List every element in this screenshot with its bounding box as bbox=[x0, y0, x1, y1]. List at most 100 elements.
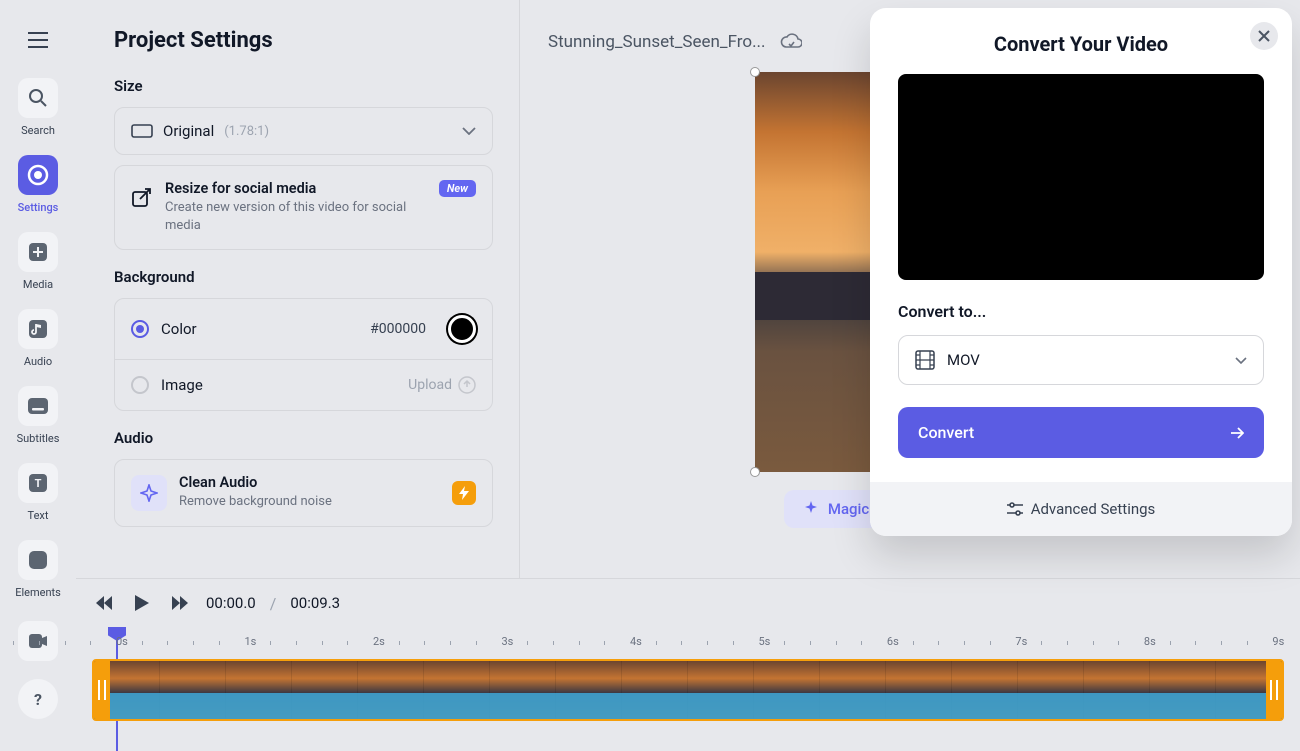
lightning-icon bbox=[452, 481, 476, 505]
ruler-mark: 0s bbox=[116, 635, 128, 648]
upload-icon bbox=[458, 376, 476, 394]
sidebar-item-label: Search bbox=[21, 124, 55, 137]
chevron-down-icon bbox=[1235, 357, 1247, 364]
ruler-mark: 4s bbox=[630, 635, 642, 648]
sidebar-item-settings[interactable]: Settings bbox=[18, 155, 59, 214]
format-value: MOV bbox=[947, 351, 980, 369]
format-select[interactable]: MOV bbox=[898, 335, 1264, 385]
sparkle-icon bbox=[140, 484, 158, 502]
ruler-mark: 1s bbox=[244, 635, 256, 648]
background-color-option[interactable]: Color #000000 bbox=[115, 299, 492, 359]
search-icon bbox=[28, 88, 48, 108]
resize-subtitle: Create new version of this video for soc… bbox=[165, 199, 427, 235]
cloud-icon[interactable] bbox=[780, 33, 802, 51]
clean-audio-title: Clean Audio bbox=[179, 474, 257, 491]
background-section-label: Background bbox=[114, 268, 493, 286]
convert-to-label: Convert to... bbox=[898, 302, 1264, 321]
timeline-ruler[interactable]: 0s 1s 2s 3s 4s 5s 6s 7s 8s 9s bbox=[92, 631, 1284, 655]
clip-handle-left[interactable] bbox=[94, 661, 110, 719]
resize-handle-bl[interactable] bbox=[750, 467, 760, 477]
resize-title: Resize for social media bbox=[165, 180, 316, 197]
external-link-icon bbox=[131, 186, 153, 208]
sidebar-item-elements[interactable]: Elements bbox=[15, 540, 61, 599]
chevron-down-icon bbox=[462, 127, 476, 135]
menu-button[interactable] bbox=[18, 20, 58, 60]
settings-panel: Project Settings Size Original (1.78:1) … bbox=[88, 0, 520, 578]
size-value: Original bbox=[163, 122, 214, 140]
rewind-button[interactable] bbox=[92, 591, 116, 615]
modal-title: Convert Your Video bbox=[870, 8, 1292, 74]
advanced-settings-button[interactable]: Advanced Settings bbox=[870, 482, 1292, 536]
color-swatch[interactable] bbox=[448, 315, 476, 343]
wand-icon bbox=[802, 500, 820, 518]
elements-icon bbox=[29, 551, 47, 569]
sidebar-item-label: Subtitles bbox=[17, 432, 60, 445]
close-button[interactable] bbox=[1250, 22, 1278, 50]
audio-icon bbox=[29, 320, 47, 338]
help-icon: ? bbox=[34, 690, 42, 709]
color-hex-value: #000000 bbox=[370, 321, 426, 337]
convert-label: Convert bbox=[918, 423, 974, 442]
background-image-option[interactable]: Image Upload bbox=[115, 359, 492, 410]
audio-section-label: Audio bbox=[114, 429, 493, 447]
ruler-mark: 8s bbox=[1144, 635, 1156, 648]
radio-unselected-icon bbox=[131, 376, 149, 394]
sidebar-item-label: Settings bbox=[18, 201, 59, 214]
page-title: Project Settings bbox=[114, 28, 493, 53]
clean-audio-sub: Remove background noise bbox=[179, 493, 440, 511]
resize-social-card[interactable]: Resize for social media Create new versi… bbox=[114, 165, 493, 250]
advanced-label: Advanced Settings bbox=[1031, 500, 1156, 518]
sidebar: Search Settings Media Audio Subtitles T … bbox=[0, 0, 76, 747]
ruler-mark: 2s bbox=[373, 635, 385, 648]
subtitles-icon bbox=[28, 398, 48, 414]
ruler-mark: 3s bbox=[501, 635, 513, 648]
filename: Stunning_Sunset_Seen_Fro... bbox=[548, 32, 766, 52]
sidebar-item-media[interactable]: Media bbox=[18, 232, 58, 291]
ruler-mark: 6s bbox=[887, 635, 899, 648]
image-label: Image bbox=[161, 376, 203, 394]
sidebar-item-help[interactable]: ? bbox=[18, 679, 58, 719]
close-icon bbox=[1258, 30, 1270, 42]
sidebar-item-audio[interactable]: Audio bbox=[18, 309, 58, 368]
video-clip[interactable] bbox=[92, 659, 1284, 721]
size-dropdown[interactable]: Original (1.78:1) bbox=[114, 107, 493, 155]
film-icon bbox=[915, 350, 935, 370]
upload-label: Upload bbox=[408, 377, 452, 393]
text-icon: T bbox=[29, 474, 47, 492]
play-button[interactable] bbox=[130, 591, 154, 615]
forward-button[interactable] bbox=[168, 591, 192, 615]
sliders-icon bbox=[1007, 502, 1023, 516]
plus-icon bbox=[29, 243, 47, 261]
modal-preview bbox=[898, 74, 1264, 280]
ruler-mark: 5s bbox=[758, 635, 770, 648]
sidebar-item-label: Text bbox=[28, 509, 49, 522]
radio-selected-icon bbox=[131, 320, 149, 338]
time-separator: / bbox=[270, 594, 277, 613]
sidebar-item-subtitles[interactable]: Subtitles bbox=[17, 386, 60, 445]
clip-handle-right[interactable] bbox=[1266, 661, 1282, 719]
size-section-label: Size bbox=[114, 77, 493, 95]
convert-button[interactable]: Convert bbox=[898, 407, 1264, 458]
sidebar-item-label: Elements bbox=[15, 586, 61, 599]
sidebar-item-search[interactable]: Search bbox=[18, 78, 58, 137]
settings-icon bbox=[27, 164, 49, 186]
ruler-mark: 7s bbox=[1015, 635, 1027, 648]
timeline: 00:00.0 / 00:09.3 0s 1s 2s 3s 4s 5s 6s 7s 8s 9s bbox=[76, 578, 1300, 747]
clean-audio-card[interactable]: Clean Audio Remove background noise bbox=[114, 459, 493, 526]
background-radio-group: Color #000000 Image Upload bbox=[114, 298, 493, 411]
sidebar-item-label: Media bbox=[23, 278, 53, 291]
svg-text:T: T bbox=[35, 477, 42, 490]
sidebar-item-label: Audio bbox=[24, 355, 52, 368]
color-label: Color bbox=[161, 320, 197, 338]
audio-waveform bbox=[94, 693, 1282, 719]
convert-modal: Convert Your Video Convert to... MOV Con… bbox=[870, 8, 1292, 536]
current-time: 00:00.0 bbox=[206, 594, 256, 612]
size-ratio: (1.78:1) bbox=[224, 124, 269, 139]
aspect-icon bbox=[131, 124, 153, 138]
ruler-mark: 9s bbox=[1272, 635, 1284, 648]
sidebar-item-text[interactable]: T Text bbox=[18, 463, 58, 522]
total-time: 00:09.3 bbox=[290, 594, 340, 612]
new-badge: New bbox=[439, 180, 476, 197]
resize-handle-tl[interactable] bbox=[750, 67, 760, 77]
arrow-right-icon bbox=[1230, 427, 1244, 439]
